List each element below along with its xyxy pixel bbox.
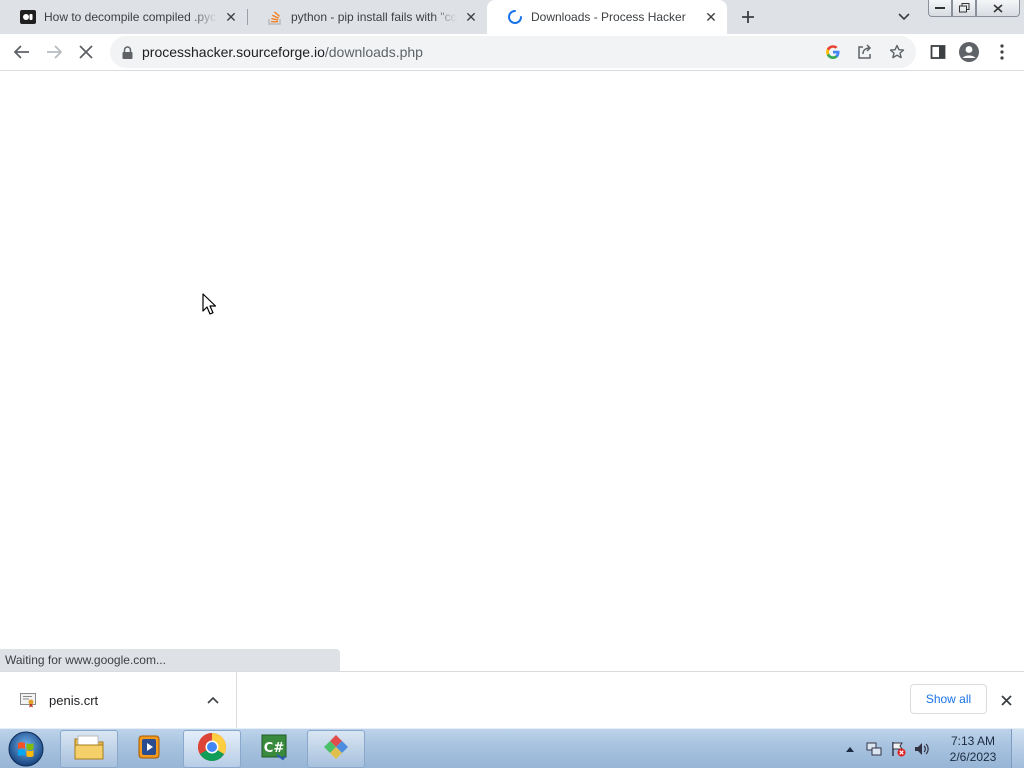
csharp-icon: C#	[259, 733, 289, 766]
close-tab-icon[interactable]: ✕	[463, 9, 479, 25]
tab-title: How to decompile compiled .pyc files	[44, 10, 217, 24]
bookmark-star-icon[interactable]	[885, 40, 909, 64]
windows-taskbar: C# 7:13 AM 2/6/2023	[0, 728, 1024, 768]
start-button[interactable]	[6, 730, 46, 768]
loading-spinner-icon	[507, 9, 523, 25]
show-desktop-button[interactable]	[1011, 729, 1024, 768]
folder-icon	[73, 733, 105, 766]
chevron-up-icon[interactable]	[204, 691, 222, 709]
taskbar-explorer-button[interactable]	[60, 730, 118, 768]
tab-decompile-pyc[interactable]: How to decompile compiled .pyc files ✕	[0, 0, 247, 34]
url-text[interactable]: processhacker.sourceforge.io/downloads.p…	[142, 44, 423, 60]
close-shelf-icon[interactable]	[996, 690, 1016, 710]
taskbar-media-player-button[interactable]	[120, 730, 178, 768]
media-player-icon	[135, 733, 163, 766]
url-path: /downloads.php	[324, 44, 423, 60]
taskbar-app-button[interactable]	[307, 730, 365, 768]
forward-arrow-icon[interactable]	[42, 40, 66, 64]
chrome-icon	[197, 732, 227, 767]
page-content[interactable]	[0, 71, 1024, 671]
mouse-cursor-icon	[202, 293, 217, 320]
more-menu-icon[interactable]	[990, 40, 1014, 64]
download-file-name: penis.crt	[49, 693, 99, 708]
network-icon[interactable]	[866, 741, 882, 757]
tab-process-hacker-downloads[interactable]: Downloads - Process Hacker ✕	[487, 0, 727, 34]
tab-pip-install[interactable]: python - pip install fails with "connect…	[247, 0, 487, 34]
status-bubble: Waiting for www.google.com...	[0, 649, 340, 671]
browser-toolbar: processhacker.sourceforge.io/downloads.p…	[0, 34, 1024, 71]
close-window-button[interactable]	[976, 0, 1020, 17]
google-lens-icon[interactable]	[821, 40, 845, 64]
action-center-flag-icon[interactable]	[890, 741, 906, 757]
clock-date: 2/6/2023	[949, 750, 997, 764]
tab-title: python - pip install fails with "connect…	[291, 10, 457, 24]
taskbar-csharp-button[interactable]: C#	[245, 730, 303, 768]
show-hidden-icons-chevron-icon[interactable]	[842, 741, 858, 757]
tab-search-chevron-icon[interactable]	[894, 8, 914, 26]
tab-title: Downloads - Process Hacker	[531, 10, 686, 24]
minimize-window-button[interactable]	[928, 0, 952, 17]
stop-loading-icon[interactable]	[74, 40, 98, 64]
stackoverflow-icon	[267, 9, 283, 25]
profile-avatar-icon[interactable]	[957, 40, 981, 64]
restore-window-button[interactable]	[952, 0, 976, 17]
system-clock[interactable]: 7:13 AM 2/6/2023	[944, 733, 1002, 765]
share-icon[interactable]	[853, 40, 877, 64]
show-all-downloads-button[interactable]: Show all	[910, 684, 987, 714]
certificate-file-icon	[20, 692, 36, 708]
tab-strip: How to decompile compiled .pyc files ✕ p…	[0, 0, 1024, 34]
taskbar-chrome-button[interactable]	[183, 730, 241, 768]
side-panel-icon[interactable]	[926, 40, 950, 64]
close-tab-icon[interactable]: ✕	[223, 9, 239, 25]
clock-time: 7:13 AM	[950, 734, 996, 748]
address-bar[interactable]: processhacker.sourceforge.io/downloads.p…	[110, 36, 916, 68]
lock-icon[interactable]	[120, 45, 134, 59]
download-item[interactable]: penis.crt	[0, 672, 237, 728]
colorful-diamond-app-icon	[321, 732, 351, 767]
volume-speaker-icon[interactable]	[914, 741, 930, 757]
new-tab-button[interactable]	[736, 5, 760, 29]
download-shelf: penis.crt Show all	[0, 671, 1024, 728]
close-tab-icon[interactable]: ✕	[703, 9, 719, 25]
bookmark-site-icon	[20, 9, 36, 25]
back-arrow-icon[interactable]	[10, 40, 34, 64]
svg-text:C#: C#	[264, 741, 285, 756]
url-host: processhacker.sourceforge.io	[142, 44, 325, 60]
